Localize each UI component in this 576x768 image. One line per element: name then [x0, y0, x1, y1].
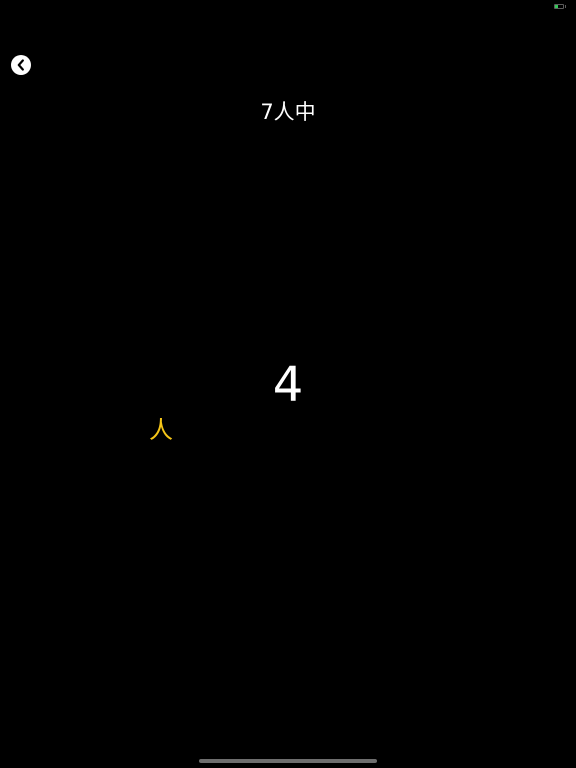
page-title: 7人中 [260, 100, 316, 124]
battery-tip [565, 5, 566, 8]
result-count: 4 [272, 357, 304, 413]
chevron-left-icon [17, 59, 24, 71]
back-button[interactable] [11, 55, 31, 75]
home-indicator[interactable] [199, 759, 377, 763]
screen: 7人中 4 人 [0, 0, 576, 768]
battery-icon [554, 4, 564, 9]
battery-level-fill [555, 5, 559, 8]
result-unit-label: 人 [149, 416, 173, 444]
